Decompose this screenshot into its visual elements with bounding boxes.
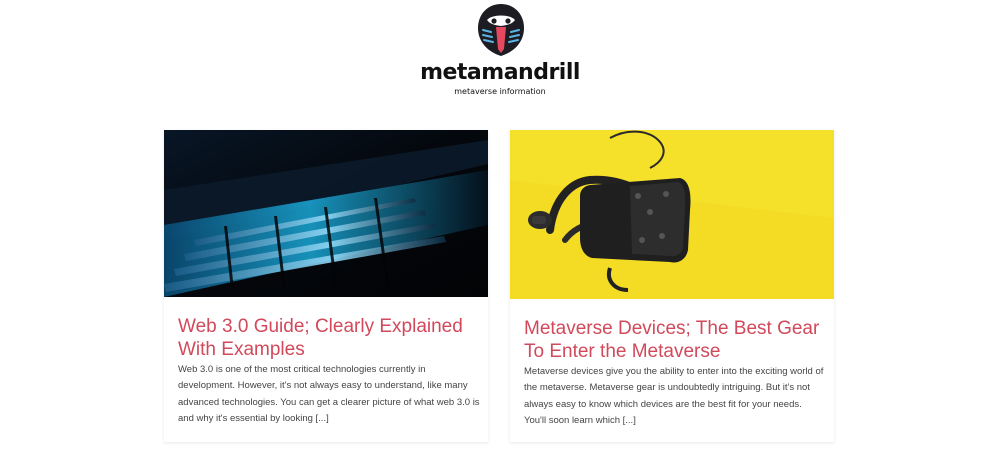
site-header: metamandrill metaverse information	[0, 0, 1000, 110]
mandrill-logo-icon[interactable]	[474, 2, 528, 58]
post-card-metaverse-devices: Metaverse Devices; The Best Gear To Ente…	[510, 130, 834, 442]
vr-headset-image[interactable]	[510, 130, 834, 299]
read-more-link[interactable]: [...]	[623, 415, 636, 426]
laptop-keyboard-image[interactable]	[164, 130, 488, 297]
post-title[interactable]: Metaverse Devices; The Best Gear To Ente…	[524, 317, 824, 363]
post-excerpt: Metaverse devices give you the ability t…	[524, 364, 826, 429]
brand-tagline: metaverse information	[454, 87, 546, 96]
post-excerpt: Web 3.0 is one of the most critical tech…	[178, 362, 480, 427]
brand-name[interactable]: metamandrill	[0, 60, 1000, 85]
post-excerpt-text: Metaverse devices give you the ability t…	[524, 366, 824, 426]
post-excerpt-text: Web 3.0 is one of the most critical tech…	[178, 364, 480, 424]
post-card-web3: Web 3.0 Guide; Clearly Explained With Ex…	[164, 130, 488, 442]
post-title[interactable]: Web 3.0 Guide; Clearly Explained With Ex…	[178, 315, 478, 361]
read-more-link[interactable]: [...]	[316, 413, 329, 424]
